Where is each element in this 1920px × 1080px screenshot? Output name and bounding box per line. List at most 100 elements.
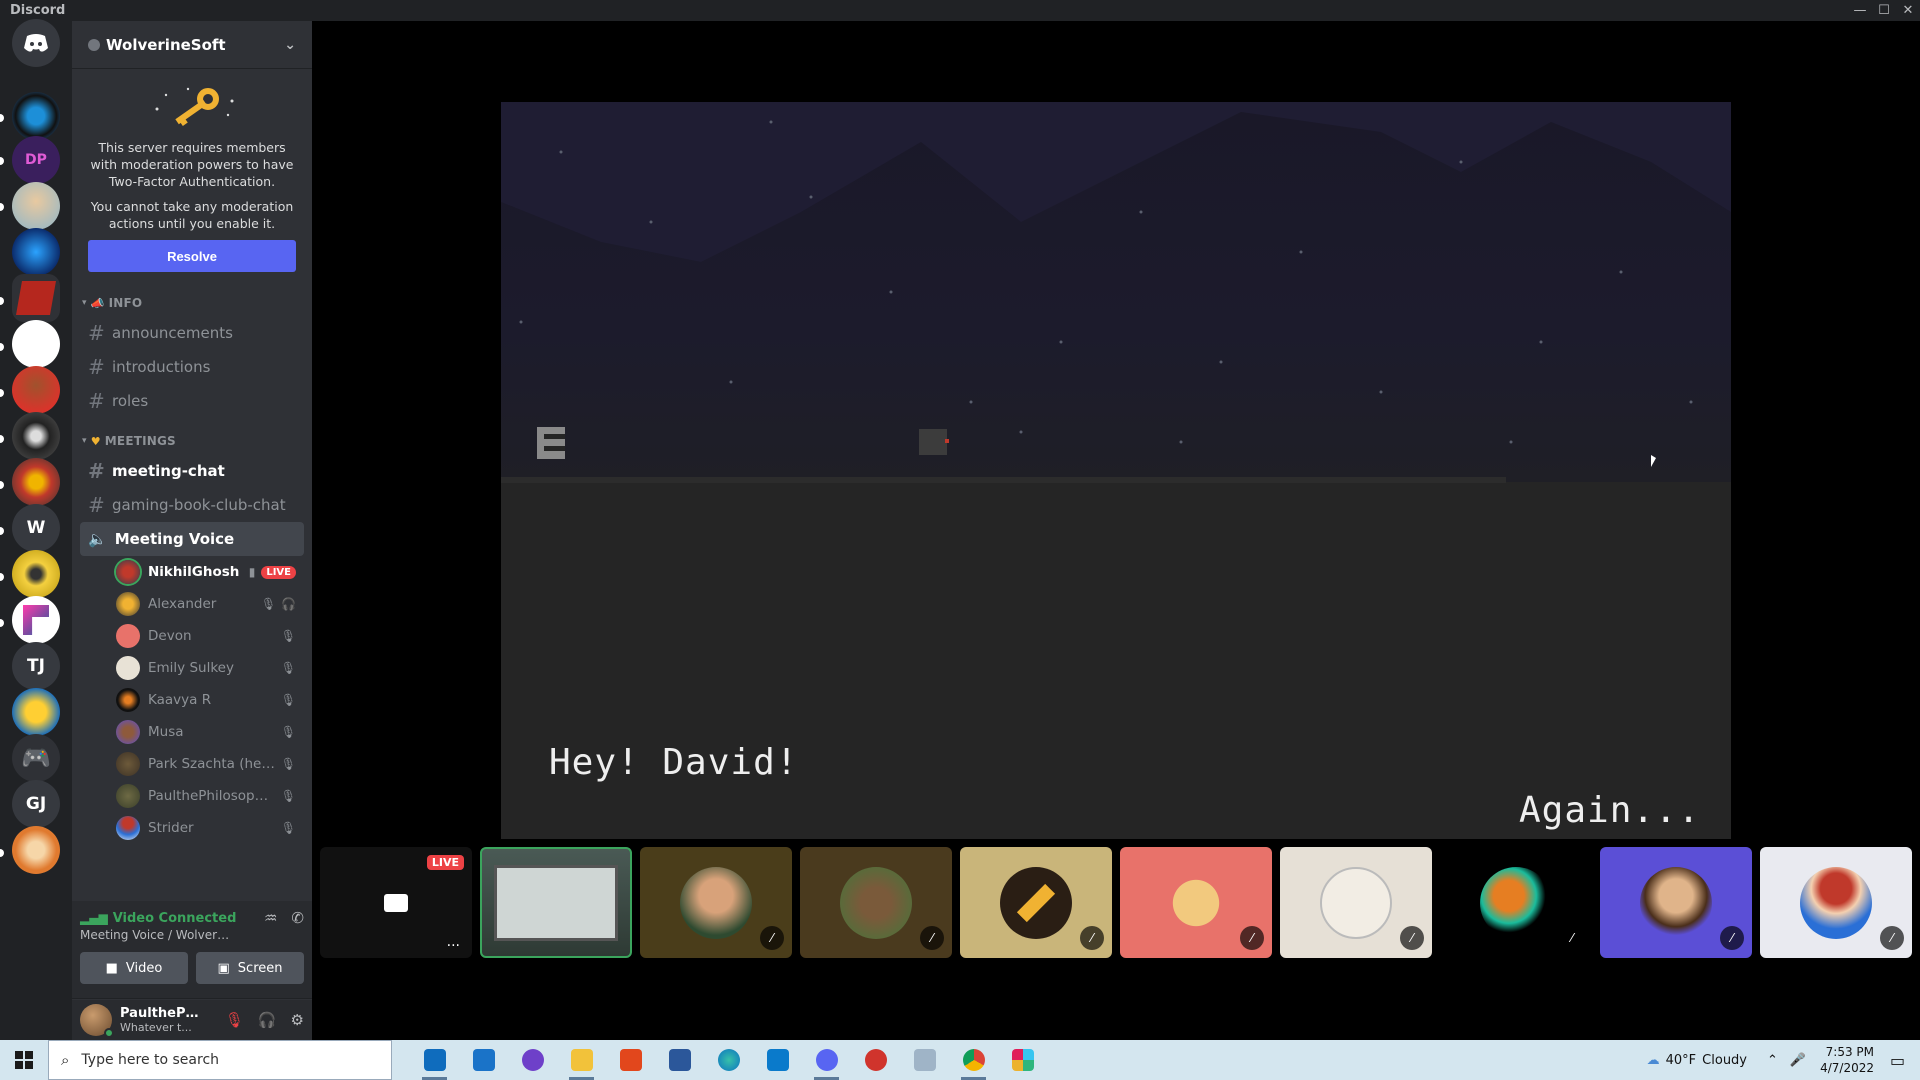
server-icon-2[interactable]: DP (12, 136, 60, 184)
mic-muted-icon: 🎙 (280, 661, 296, 675)
server-icon-9[interactable] (12, 458, 60, 506)
taskbar-app-mail[interactable] (459, 1040, 508, 1080)
server-tj[interactable]: TJ (12, 642, 60, 690)
channel-label: roles (112, 392, 149, 410)
taskbar-app-edge[interactable] (704, 1040, 753, 1080)
mic-muted-icon[interactable]: 🎙 (225, 1011, 244, 1029)
taskbar-search[interactable]: ⌕ Type here to search (48, 1040, 392, 1080)
taskbar-app-office[interactable] (606, 1040, 655, 1080)
category-info[interactable]: ▾ 📣 INFO (72, 290, 312, 316)
voice-user[interactable]: Strider 🎙 (108, 812, 304, 844)
voice-user[interactable]: Kaavya R 🎙 (108, 684, 304, 716)
voice-location[interactable]: Meeting Voice / Wolverine... (80, 928, 230, 942)
avatar (116, 784, 140, 808)
voice-user[interactable]: Alexander 🎙 🎧 (108, 588, 304, 620)
voice-user[interactable]: PaulthePhilosopher 🎙 (108, 780, 304, 812)
participant-tile[interactable]: ⁄ (1120, 847, 1272, 958)
taskbar-app-vscode[interactable] (753, 1040, 802, 1080)
channel-announcements[interactable]: # announcements (80, 316, 304, 350)
server-icon-13[interactable]: 🎮 (12, 734, 60, 782)
server-icon-4[interactable] (12, 228, 60, 276)
participant-tile[interactable]: ⁄ (800, 847, 952, 958)
video-button[interactable]: ■ Video (80, 952, 188, 984)
server-icon-8[interactable] (12, 412, 60, 460)
channel-gaming-book-club-chat[interactable]: # gaming-book-club-chat (80, 488, 304, 522)
server-icon-5[interactable] (12, 274, 60, 322)
server-header[interactable]: WolverineSoft ⌄ (72, 21, 312, 69)
voice-status[interactable]: Video Connected (113, 911, 237, 926)
taskbar-app-discord[interactable] (802, 1040, 851, 1080)
participant-tile[interactable] (480, 847, 632, 958)
close-icon[interactable]: ✕ (1896, 3, 1920, 18)
game-dialog-text: Again... (1519, 790, 1701, 831)
server-icon-6[interactable] (12, 320, 60, 368)
taskbar-clock[interactable]: 7:53 PM 4/7/2022 (1820, 1044, 1874, 1076)
camera-icon: ▮ (248, 565, 256, 579)
server-icon-14[interactable] (12, 826, 60, 874)
participant-tile[interactable]: ⁄ (1280, 847, 1432, 958)
avatar (1800, 866, 1872, 939)
more-options-icon[interactable]: ... (447, 934, 460, 950)
disconnect-icon[interactable]: ✆ (291, 909, 304, 927)
taskbar-app-slack[interactable] (998, 1040, 1047, 1080)
taskbar-app-store[interactable] (410, 1040, 459, 1080)
voice-user[interactable]: Park Szachta (he/hi... 🎙 (108, 748, 304, 780)
server-icon-11[interactable] (12, 596, 60, 644)
participant-tile[interactable]: LIVE ... (320, 847, 472, 958)
weather-widget[interactable]: ☁ 40°F Cloudy (1647, 1053, 1747, 1068)
gear-icon[interactable]: ⚙ (291, 1011, 304, 1029)
chevron-up-icon[interactable]: ⌃ (1767, 1053, 1778, 1068)
notification-icon[interactable]: ▭ (1890, 1051, 1920, 1070)
participant-tile[interactable]: ⁄ (1600, 847, 1752, 958)
participant-tile[interactable]: ⁄ (960, 847, 1112, 958)
discord-icon (815, 1049, 838, 1071)
taskbar-app-word[interactable] (655, 1040, 704, 1080)
category-meetings[interactable]: ▾ ♥ MEETINGS (72, 428, 312, 454)
mouse-cursor-icon (1651, 455, 1656, 467)
screen-share-button[interactable]: ▣ Screen (196, 952, 304, 984)
channel-label: meeting-chat (112, 462, 225, 480)
server-name: WolverineSoft (106, 35, 226, 54)
heart-icon: ♥ (90, 434, 101, 448)
maximize-icon[interactable]: ☐ (1872, 3, 1896, 18)
minimize-icon[interactable]: — (1848, 3, 1872, 18)
signal-icon[interactable]: ▂▄▆ (80, 911, 108, 925)
start-button[interactable] (0, 1040, 48, 1080)
home-icon[interactable] (12, 19, 60, 67)
server-icon-10[interactable] (12, 550, 60, 598)
noise-suppression-icon[interactable]: ♒ (264, 909, 277, 927)
server-w[interactable]: W (12, 504, 60, 552)
voice-user[interactable]: Devon 🎙 (108, 620, 304, 652)
server-icon-12[interactable] (12, 688, 60, 736)
participant-tile[interactable]: ⁄ (640, 847, 792, 958)
participant-tile[interactable]: ⁄ (1760, 847, 1912, 958)
taskbar-app-github[interactable] (508, 1040, 557, 1080)
server-icon-3[interactable] (12, 182, 60, 230)
taskbar-app-chrome[interactable] (949, 1040, 998, 1080)
mic-muted-icon: ⁄ (1720, 926, 1744, 950)
mic-muted-icon: ⁄ (1880, 926, 1904, 950)
voice-user[interactable]: NikhilGhosh ▮ LIVE (108, 556, 304, 588)
chevron-down-icon[interactable]: ⌄ (284, 37, 296, 53)
participant-tile[interactable]: ⁄ (1440, 847, 1592, 958)
microphone-icon[interactable]: 🎤 (1790, 1053, 1806, 1068)
channel-introductions[interactable]: # introductions (80, 350, 304, 384)
server-icon-7[interactable] (12, 366, 60, 414)
channel-meeting-voice[interactable]: 🔈 Meeting Voice (80, 522, 304, 556)
server-icon-1[interactable] (12, 92, 60, 140)
taskbar-app-explorer[interactable] (557, 1040, 606, 1080)
screen-share-stream[interactable]: Hey! David! Again... (501, 102, 1731, 839)
username[interactable]: PaulthePhil... (120, 1006, 202, 1021)
channel-meeting-chat[interactable]: # meeting-chat (80, 454, 304, 488)
headphones-icon[interactable]: 🎧 (258, 1011, 277, 1029)
channel-roles[interactable]: # roles (80, 384, 304, 418)
taskbar-app-recorder[interactable] (851, 1040, 900, 1080)
avatar[interactable] (80, 1004, 114, 1038)
voice-user[interactable]: Emily Sulkey 🎙 (108, 652, 304, 684)
weather-condition: Cloudy (1702, 1052, 1747, 1068)
speaker-icon: 🔈 (88, 530, 107, 548)
resolve-button[interactable]: Resolve (88, 240, 296, 272)
taskbar-app-notes[interactable] (900, 1040, 949, 1080)
voice-user[interactable]: Musa 🎙 (108, 716, 304, 748)
server-gj[interactable]: GJ (12, 780, 60, 828)
